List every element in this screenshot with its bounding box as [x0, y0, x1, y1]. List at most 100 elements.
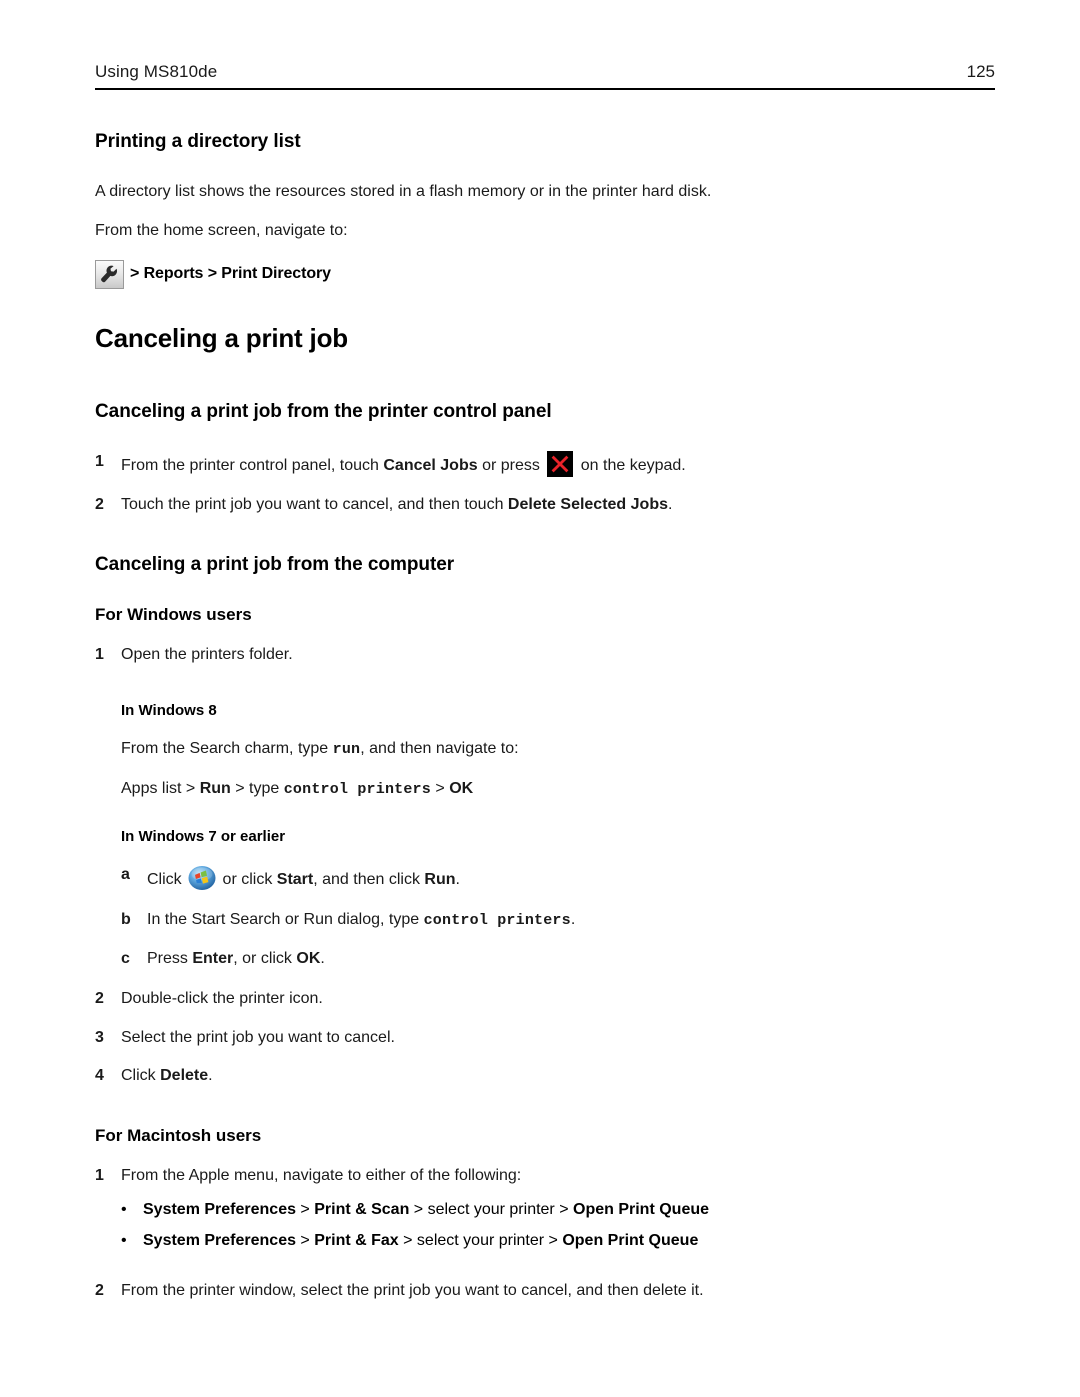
list-item: • System Preferences > Print & Fax > sel… — [121, 1230, 1000, 1252]
step-marker: 1 — [95, 1166, 104, 1184]
list-item: 1 From the Apple menu, navigate to eithe… — [95, 1165, 1000, 1187]
paragraph-navigate-intro: From the home screen, navigate to: — [95, 222, 348, 240]
text-bold-enter: Enter — [192, 950, 234, 968]
text-part: > — [295, 1232, 315, 1250]
windows-7-substeps-list: a Click or click Start, and then click R… — [121, 864, 1000, 970]
text-part: > select your printer > — [409, 1200, 573, 1218]
substep-marker: a — [121, 866, 130, 884]
text-bold-run: Run — [199, 780, 231, 798]
list-item: c Press Enter, or click OK. — [121, 948, 1000, 970]
step-text-bold: Delete Selected Jobs — [507, 495, 668, 513]
text-part: Apps list > — [121, 780, 200, 798]
text-part: . — [455, 871, 460, 889]
navigation-path-text: > Reports > Print Directory — [130, 265, 331, 283]
windows-8-block: In Windows 8 From the Search charm, type… — [121, 701, 1000, 801]
step-text-part: or press — [477, 456, 545, 474]
step-text-bold: Cancel Jobs — [383, 456, 478, 474]
list-item: 3 Select the print job you want to cance… — [95, 1027, 1000, 1049]
text-part: . — [320, 950, 325, 968]
heading-cancel-from-control-panel: Canceling a print job from the printer c… — [95, 401, 552, 423]
windows-steps-rest-list: 2 Double-click the printer icon. 3 Selec… — [95, 988, 1000, 1087]
text-bold-ok: OK — [449, 780, 474, 798]
text-part: , and then click — [313, 871, 425, 889]
label-in-windows-7-or-earlier: In Windows 7 or earlier — [121, 827, 286, 845]
step-text: Click Delete. — [121, 1065, 1000, 1087]
bullet-text: System Preferences > Print & Scan > sele… — [143, 1199, 1000, 1221]
text-part: > type — [230, 780, 284, 798]
list-item: 4 Click Delete. — [95, 1065, 1000, 1087]
header-title: Using MS810de — [95, 62, 218, 81]
text-part: , or click — [233, 950, 297, 968]
step-marker: 3 — [95, 1028, 104, 1046]
windows-start-orb-icon[interactable] — [188, 864, 216, 892]
step-text: From the Apple menu, navigate to either … — [121, 1166, 522, 1184]
text-bold-print-and-scan: Print & Scan — [314, 1200, 410, 1218]
step-text: Touch the print job you want to cancel, … — [121, 494, 1000, 516]
paragraph-directory-intro: A directory list shows the resources sto… — [95, 182, 712, 200]
step-text: Double-click the printer icon. — [121, 990, 323, 1008]
text-part: Click — [121, 1067, 161, 1085]
macintosh-bullet-list: • System Preferences > Print & Scan > se… — [95, 1199, 1000, 1252]
text-bold-ok: OK — [296, 950, 321, 968]
document-page: Using MS810de 125 Printing a directory l… — [0, 0, 1080, 1397]
command-control-printers: control printers — [283, 781, 431, 799]
list-item: 2 From the printer window, select the pr… — [95, 1280, 1000, 1302]
step-text: Select the print job you want to cancel. — [121, 1028, 395, 1046]
substep-text: In the Start Search or Run dialog, type … — [147, 909, 1000, 931]
text-part: > — [430, 780, 450, 798]
text-bold-start: Start — [276, 871, 314, 889]
text-part: . — [208, 1067, 213, 1085]
wrench-icon[interactable] — [95, 259, 124, 289]
list-item: 1 From the printer control panel, touch … — [95, 450, 1000, 477]
text-bold-system-preferences: System Preferences — [143, 1232, 296, 1250]
text-bold-open-print-queue: Open Print Queue — [573, 1200, 710, 1218]
text-bold-print-and-fax: Print & Fax — [314, 1232, 399, 1250]
step-marker: 1 — [95, 646, 104, 664]
substep-text: Click or click Start, and then click Run… — [147, 864, 1000, 892]
step-marker: 2 — [95, 495, 104, 513]
step-text: From the printer window, select the prin… — [121, 1281, 704, 1299]
step-text-part: . — [668, 495, 673, 513]
label-in-windows-8: In Windows 8 — [121, 701, 217, 719]
text-bold-run: Run — [424, 871, 456, 889]
step-text: Open the printers folder. — [121, 646, 293, 664]
text-part: . — [570, 911, 576, 929]
step-marker: 2 — [95, 990, 104, 1008]
text-part: , and then navigate to: — [360, 740, 519, 758]
text-part: Press — [147, 950, 193, 968]
step-text-part: on the keypad. — [576, 456, 686, 474]
page-number: 125 — [966, 62, 995, 81]
step-text: From the printer control panel, touch Ca… — [121, 450, 1000, 477]
text-part: or click — [218, 871, 277, 889]
control-panel-steps-list: 1 From the printer control panel, touch … — [95, 450, 1000, 516]
substep-marker: c — [121, 950, 130, 968]
bullet-glyph: • — [121, 1200, 127, 1218]
list-item: 1 Open the printers folder. — [95, 644, 1000, 666]
text-bold-system-preferences: System Preferences — [143, 1200, 296, 1218]
text-part: Click — [147, 871, 187, 889]
list-item: 2 Touch the print job you want to cancel… — [95, 494, 1000, 516]
substep-text: Press Enter, or click OK. — [147, 948, 1000, 970]
windows-8-line-1: From the Search charm, type run, and the… — [121, 738, 1000, 760]
text-bold-delete: Delete — [160, 1067, 209, 1085]
text-part: From the Search charm, type — [121, 740, 333, 758]
list-item: b In the Start Search or Run dialog, typ… — [121, 909, 1000, 931]
windows-7-block: In Windows 7 or earlier a Click or click… — [121, 827, 1000, 970]
text-part: In the Start Search or Run dialog, type — [147, 911, 424, 929]
command-run: run — [332, 741, 361, 759]
windows-8-line-2: Apps list > Run > type control printers … — [121, 778, 1000, 800]
heading-for-windows-users: For Windows users — [95, 605, 252, 625]
page-content: Printing a directory list A directory li… — [95, 130, 1000, 1301]
heading-printing-directory-list: Printing a directory list — [95, 131, 301, 152]
bullet-glyph: • — [121, 1232, 127, 1250]
text-bold-open-print-queue: Open Print Queue — [562, 1232, 699, 1250]
text-part: > — [295, 1200, 315, 1218]
bullet-text: System Preferences > Print & Fax > selec… — [143, 1230, 1000, 1252]
step-marker: 1 — [95, 452, 104, 470]
step-text-part: Touch the print job you want to cancel, … — [121, 495, 508, 513]
cancel-x-icon[interactable] — [547, 450, 574, 477]
step-text-part: From the printer control panel, touch — [121, 456, 384, 474]
heading-cancel-from-computer: Canceling a print job from the computer — [95, 554, 455, 576]
text-part: > select your printer > — [398, 1232, 563, 1250]
substep-marker: b — [121, 911, 131, 929]
